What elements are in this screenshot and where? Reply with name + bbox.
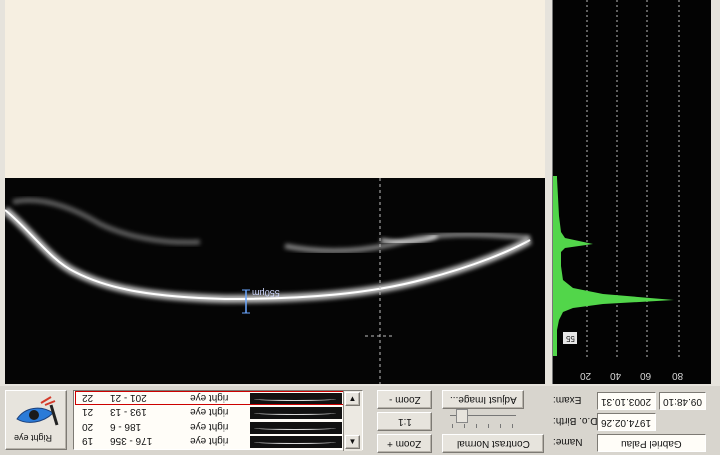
scroll-down-button[interactable]: ▼ bbox=[345, 435, 360, 449]
scan-range: 176 - 356 bbox=[110, 435, 153, 446]
adjust-image-button[interactable]: Adjust Image... bbox=[442, 390, 524, 409]
intensity-histogram: 55 20 40 60 80 bbox=[552, 0, 711, 384]
zoom-out-button[interactable]: Zoom - bbox=[377, 390, 432, 409]
slider-tick bbox=[500, 424, 501, 428]
scan-list[interactable]: 22 201 - 21 right eye 21 193 - 13 right … bbox=[73, 390, 363, 451]
scan-number: 19 bbox=[82, 435, 94, 446]
slider-tick bbox=[452, 424, 453, 428]
exam-label: Exam: bbox=[553, 394, 582, 405]
eye-label: Right eye bbox=[14, 433, 53, 443]
scan-eye: right eye bbox=[190, 435, 229, 446]
arrow-down-icon: ▼ bbox=[348, 437, 357, 446]
level-marker-label: 55 bbox=[563, 332, 577, 344]
thickness-measurement: 550µm bbox=[252, 288, 280, 298]
empty-image-area bbox=[5, 0, 545, 178]
slider-tick bbox=[488, 424, 489, 428]
histogram-tick-80: 80 bbox=[672, 370, 684, 381]
contrast-slider[interactable] bbox=[444, 408, 524, 430]
eye-icon bbox=[16, 396, 59, 426]
scan-eye: right eye bbox=[190, 406, 229, 417]
zoom-reset-button[interactable]: 1:1 bbox=[377, 412, 432, 431]
scroll-up-button[interactable]: ▲ bbox=[345, 392, 360, 406]
arrow-up-icon: ▲ bbox=[348, 394, 357, 403]
name-label: Name: bbox=[553, 436, 583, 447]
slider-tick bbox=[476, 424, 477, 428]
dob-field: 1974.02.26 bbox=[597, 413, 656, 431]
scan-thumbnail bbox=[250, 422, 342, 434]
scan-list-row-20[interactable]: 20 186 - 6 right eye bbox=[74, 421, 346, 435]
scan-list-row-19[interactable]: 19 176 - 356 right eye bbox=[74, 435, 346, 449]
scan-thumbnail bbox=[250, 436, 342, 448]
scan-viewer[interactable]: 550µm bbox=[5, 0, 545, 384]
contrast-normal-button[interactable]: Contrast Normal bbox=[442, 434, 544, 453]
scan-number: 21 bbox=[82, 406, 94, 417]
exam-date-field: 2003.10.31 bbox=[597, 392, 656, 410]
scan-range: 186 - 6 bbox=[110, 421, 142, 432]
histogram-tick-20: 20 bbox=[580, 370, 592, 381]
slider-thumb[interactable] bbox=[456, 409, 468, 423]
oct-scan-graphic bbox=[5, 178, 532, 384]
histogram-tick-60: 60 bbox=[640, 370, 652, 381]
selected-row-highlight bbox=[75, 391, 347, 405]
zoom-in-button[interactable]: Zoom + bbox=[377, 434, 432, 453]
eye-select-button[interactable]: Right eye bbox=[5, 390, 67, 450]
exam-time-field: 09.48:10 bbox=[659, 392, 706, 410]
dob-label: D.o. Birth: bbox=[553, 415, 598, 426]
slider-tick bbox=[512, 424, 513, 428]
scan-range: 193 - 13 bbox=[110, 406, 147, 417]
scan-thumbnail bbox=[250, 407, 342, 419]
slider-tick bbox=[464, 424, 465, 428]
scan-number: 20 bbox=[82, 421, 94, 432]
cross-section-image[interactable]: 550µm bbox=[5, 178, 545, 384]
histogram-tick-40: 40 bbox=[610, 370, 622, 381]
scan-list-row-21[interactable]: 21 193 - 13 right eye bbox=[74, 406, 346, 420]
scan-list-scrollbar[interactable]: ▲ ▼ bbox=[343, 391, 362, 451]
histogram-plot bbox=[553, 0, 680, 360]
scan-eye: right eye bbox=[190, 421, 229, 432]
patient-name-field: Gabriel Palau bbox=[597, 434, 706, 452]
